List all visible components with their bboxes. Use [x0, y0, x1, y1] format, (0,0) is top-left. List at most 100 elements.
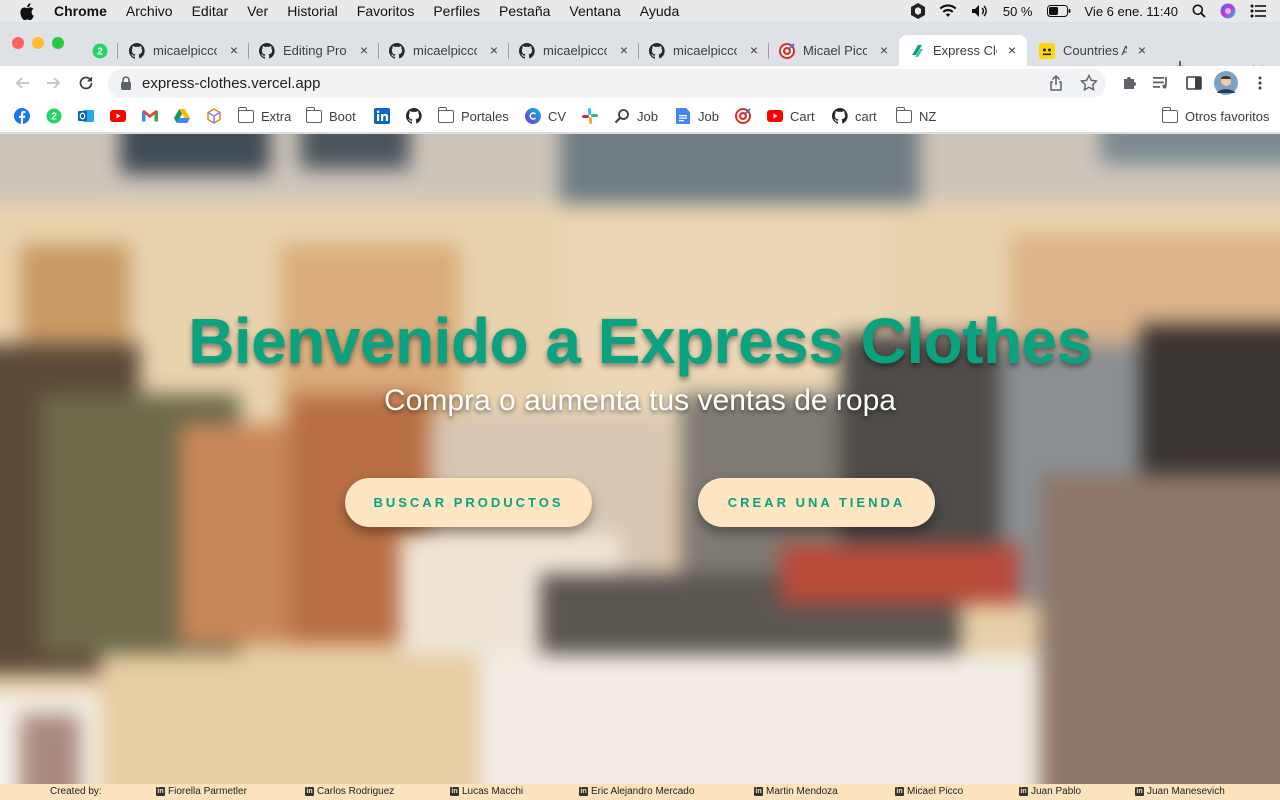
tab-badge: 2: [97, 46, 103, 57]
bookmark-gmail[interactable]: [142, 107, 158, 125]
bookmark-whatsapp[interactable]: 2: [46, 107, 62, 125]
menu-ventana[interactable]: Ventana: [569, 3, 620, 19]
bookmark-label: NZ: [919, 108, 937, 124]
close-tab-icon[interactable]: ×: [1135, 43, 1149, 57]
author-link[interactable]: in Fiorella Parmetler: [156, 786, 247, 797]
tab-label: Countries A: [1063, 43, 1127, 58]
back-arrow-icon[interactable]: [12, 73, 32, 93]
bookmark-folder-otros-favoritos[interactable]: Otros favoritos: [1161, 106, 1270, 125]
menu-historial[interactable]: Historial: [287, 3, 338, 19]
close-tab-icon[interactable]: ×: [227, 43, 241, 57]
close-tab-icon[interactable]: ×: [487, 43, 501, 57]
apple-icon[interactable]: [18, 0, 36, 22]
bookmark-outlook[interactable]: [78, 107, 94, 125]
menu-archivo[interactable]: Archivo: [126, 3, 173, 19]
menu-app-chrome[interactable]: Chrome: [54, 3, 107, 19]
wifi-icon[interactable]: [939, 4, 957, 18]
forward-arrow-icon[interactable]: [44, 73, 64, 93]
extensions-puzzle-icon[interactable]: [1120, 73, 1140, 93]
bookmark-folder-nz[interactable]: NZ: [895, 106, 937, 125]
bookmark-label: Extra: [261, 108, 292, 124]
author-link[interactable]: in Micael Picco: [895, 786, 963, 797]
author-link[interactable]: in Juan Pablo: [1019, 786, 1081, 797]
close-tab-icon[interactable]: ×: [747, 43, 761, 57]
bookmark-folder-boot[interactable]: Boot: [305, 106, 356, 125]
linkedin-icon: in: [1135, 787, 1144, 796]
author-link[interactable]: in Eric Alejandro Mercado: [579, 786, 694, 797]
author-link[interactable]: in Juan Manesevich: [1135, 786, 1225, 797]
author-link[interactable]: in Martin Mendoza: [754, 786, 838, 797]
menu-perfiles[interactable]: Perfiles: [433, 3, 480, 19]
bookmark-folder-extra[interactable]: Extra: [237, 106, 292, 125]
volume-icon[interactable]: [971, 4, 989, 18]
tab-label: micaelpicco: [153, 43, 217, 58]
tab-github-2[interactable]: Editing Proy ×: [249, 35, 379, 66]
control-center-icon[interactable]: [1250, 4, 1266, 18]
close-window-button[interactable]: [12, 37, 24, 49]
menu-ver[interactable]: Ver: [247, 3, 268, 19]
menu-editar[interactable]: Editar: [192, 3, 229, 19]
menu-favoritos[interactable]: Favoritos: [357, 3, 415, 19]
bookmark-github[interactable]: [406, 107, 422, 125]
share-icon[interactable]: [1048, 74, 1064, 91]
github-icon: [649, 42, 665, 59]
tab-whatsapp[interactable]: 2: [82, 35, 118, 66]
close-tab-icon[interactable]: ×: [617, 43, 631, 57]
close-tab-icon[interactable]: ×: [877, 43, 891, 57]
linkedin-icon: in: [156, 787, 165, 796]
menu-ayuda[interactable]: Ayuda: [640, 3, 679, 19]
side-panel-icon[interactable]: [1184, 73, 1204, 93]
bookmark-label: Otros favoritos: [1185, 108, 1270, 124]
tab-github-3[interactable]: micaelpicco ×: [379, 35, 509, 66]
tab-micael-picco[interactable]: Micael Picco ×: [769, 35, 899, 66]
gmail-icon: [142, 108, 158, 124]
tab-countries[interactable]: Countries A ×: [1029, 35, 1157, 66]
minimize-window-button[interactable]: [32, 37, 44, 49]
battery-icon[interactable]: [1046, 5, 1071, 17]
bookmark-cart-github[interactable]: cart: [832, 107, 877, 125]
maximize-window-button[interactable]: [52, 37, 64, 49]
bookmark-job-docs[interactable]: Job: [675, 107, 719, 125]
bookmark-youtube[interactable]: [110, 107, 126, 125]
browser-toolbar: express-clothes.vercel.app: [0, 66, 1280, 100]
tab-express-clothes-active[interactable]: Express Clo ×: [899, 35, 1027, 66]
bookmark-folder-portales[interactable]: Portales: [437, 106, 509, 125]
address-bar[interactable]: express-clothes.vercel.app: [108, 69, 1106, 98]
bookmark-job-search[interactable]: Job: [614, 107, 658, 125]
bookmark-facebook[interactable]: [14, 107, 30, 125]
spotlight-search-icon[interactable]: [1192, 4, 1206, 18]
bookmark-label: Cart: [790, 108, 815, 124]
bookmark-label: Portales: [461, 108, 509, 124]
bookmark-cube[interactable]: [206, 107, 222, 125]
bookmark-slack[interactable]: [582, 107, 598, 125]
clock-datetime[interactable]: Vie 6 ene. 11:40: [1085, 4, 1179, 19]
profile-avatar[interactable]: [1214, 71, 1238, 95]
vpn-icon[interactable]: [910, 3, 925, 19]
media-queue-icon[interactable]: [1151, 73, 1171, 93]
author-link[interactable]: in Lucas Macchi: [450, 786, 523, 797]
bookmark-cv[interactable]: CV: [525, 107, 566, 125]
bookmark-star-icon[interactable]: [1079, 73, 1099, 92]
credits-footer: Created by: in Fiorella Parmetler in Carlo…: [0, 784, 1280, 800]
bookmark-linkedin[interactable]: [374, 107, 390, 125]
bookmark-drive[interactable]: [174, 107, 190, 125]
tab-github-4[interactable]: micaelpicco ×: [509, 35, 639, 66]
menu-pestana[interactable]: Pestaña: [499, 3, 550, 19]
bookmark-cart-youtube[interactable]: Cart: [767, 107, 815, 125]
reload-icon[interactable]: [76, 73, 96, 93]
close-tab-icon[interactable]: ×: [357, 43, 371, 57]
bookmark-target[interactable]: [735, 107, 751, 125]
tab-github-1[interactable]: micaelpicco ×: [119, 35, 249, 66]
lock-icon[interactable]: [120, 76, 132, 90]
youtube-icon: [767, 108, 783, 124]
close-tab-icon[interactable]: ×: [1005, 43, 1019, 57]
siri-icon[interactable]: [1220, 3, 1236, 19]
search-products-button[interactable]: BUSCAR PRODUCTOS: [345, 478, 592, 527]
vercel-site-icon: [909, 43, 925, 59]
menubar-status-area: 50 % Vie 6 ene. 11:40: [910, 0, 1280, 22]
tab-github-5[interactable]: micaelpicco ×: [639, 35, 769, 66]
chrome-menu-icon[interactable]: [1250, 73, 1270, 93]
url-text[interactable]: express-clothes.vercel.app: [142, 75, 320, 92]
author-link[interactable]: in Carlos Rodriguez: [305, 786, 394, 797]
create-store-button[interactable]: CREAR UNA TIENDA: [698, 478, 935, 527]
